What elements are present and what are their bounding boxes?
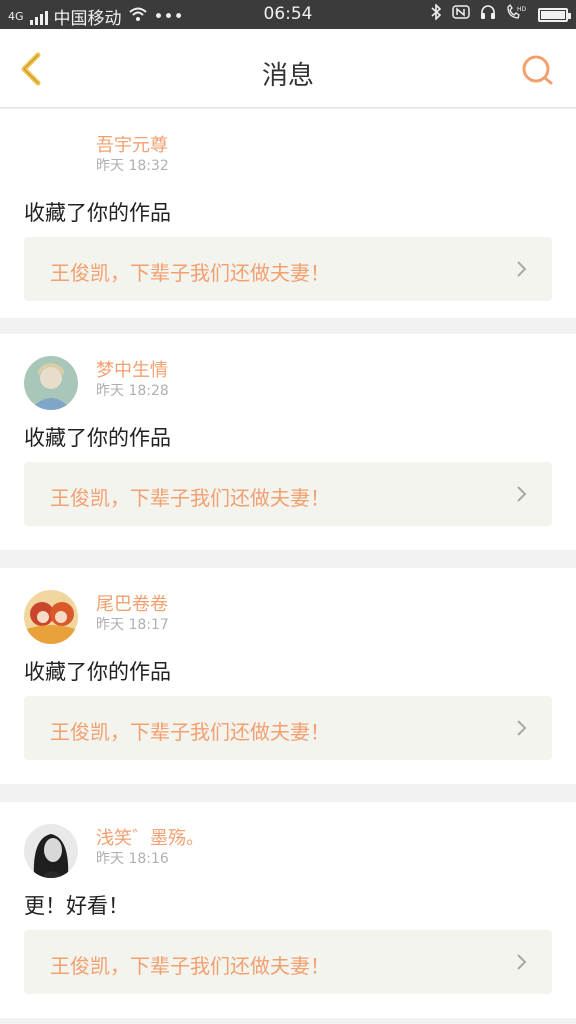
username[interactable]: 浅笑゛墨殇。 [96,824,204,850]
message-card[interactable]: 梦中生情 昨天 18:28 收藏了你的作品 王俊凯，下辈子我们还做夫妻！ [0,334,576,550]
work-link[interactable]: 王俊凯，下辈子我们还做夫妻！ [24,696,552,760]
work-title: 王俊凯，下辈子我们还做夫妻！ [50,720,330,744]
avatar[interactable] [24,590,78,644]
timestamp: 昨天 18:16 [96,851,169,867]
chevron-right-icon [517,486,527,502]
timestamp: 昨天 18:17 [96,617,169,633]
username[interactable]: 尾巴卷卷 [96,590,168,616]
work-link[interactable]: 王俊凯，下辈子我们还做夫妻！ [24,237,552,301]
work-title: 王俊凯，下辈子我们还做夫妻！ [50,486,330,510]
status-bar: 4G 中国移动 ••• 06:54 HD [0,0,576,29]
username[interactable]: 吾宇元尊 [96,131,168,157]
work-link[interactable]: 王俊凯，下辈子我们还做夫妻！ [24,930,552,994]
nfc-icon [452,4,470,25]
message-card[interactable]: 尾巴卷卷 昨天 18:17 收藏了你的作品 王俊凯，下辈子我们还做夫妻！ [0,568,576,784]
message-text: 收藏了你的作品 [24,660,171,684]
svg-text:HD: HD [517,6,527,13]
timestamp: 昨天 18:28 [96,383,169,399]
avatar[interactable] [24,824,78,878]
headset-icon [480,4,496,25]
message-text: 收藏了你的作品 [24,201,171,225]
search-icon [522,55,553,85]
app-header: 消息 [0,29,576,108]
work-title: 王俊凯，下辈子我们还做夫妻！ [50,954,330,978]
chevron-right-icon [517,261,527,277]
chevron-right-icon [517,954,527,970]
message-text: 收藏了你的作品 [24,426,171,450]
battery-icon [538,7,571,22]
timestamp: 昨天 18:32 [96,158,169,174]
work-title: 王俊凯，下辈子我们还做夫妻！ [50,261,330,285]
work-link[interactable]: 王俊凯，下辈子我们还做夫妻！ [24,462,552,526]
message-text: 更！好看！ [24,894,129,918]
search-button[interactable] [518,51,558,91]
bluetooth-icon [430,3,442,25]
page-title: 消息 [261,61,314,91]
avatar[interactable] [24,356,78,410]
message-card[interactable]: 吾宇元尊 昨天 18:32 收藏了你的作品 王俊凯，下辈子我们还做夫妻！ [0,109,576,318]
hd-call-icon: HD [506,3,528,25]
message-card[interactable]: 浅笑゛墨殇。 昨天 18:16 更！好看！ 王俊凯，下辈子我们还做夫妻！ [0,802,576,1018]
chevron-right-icon [517,720,527,736]
username[interactable]: 梦中生情 [96,356,168,382]
